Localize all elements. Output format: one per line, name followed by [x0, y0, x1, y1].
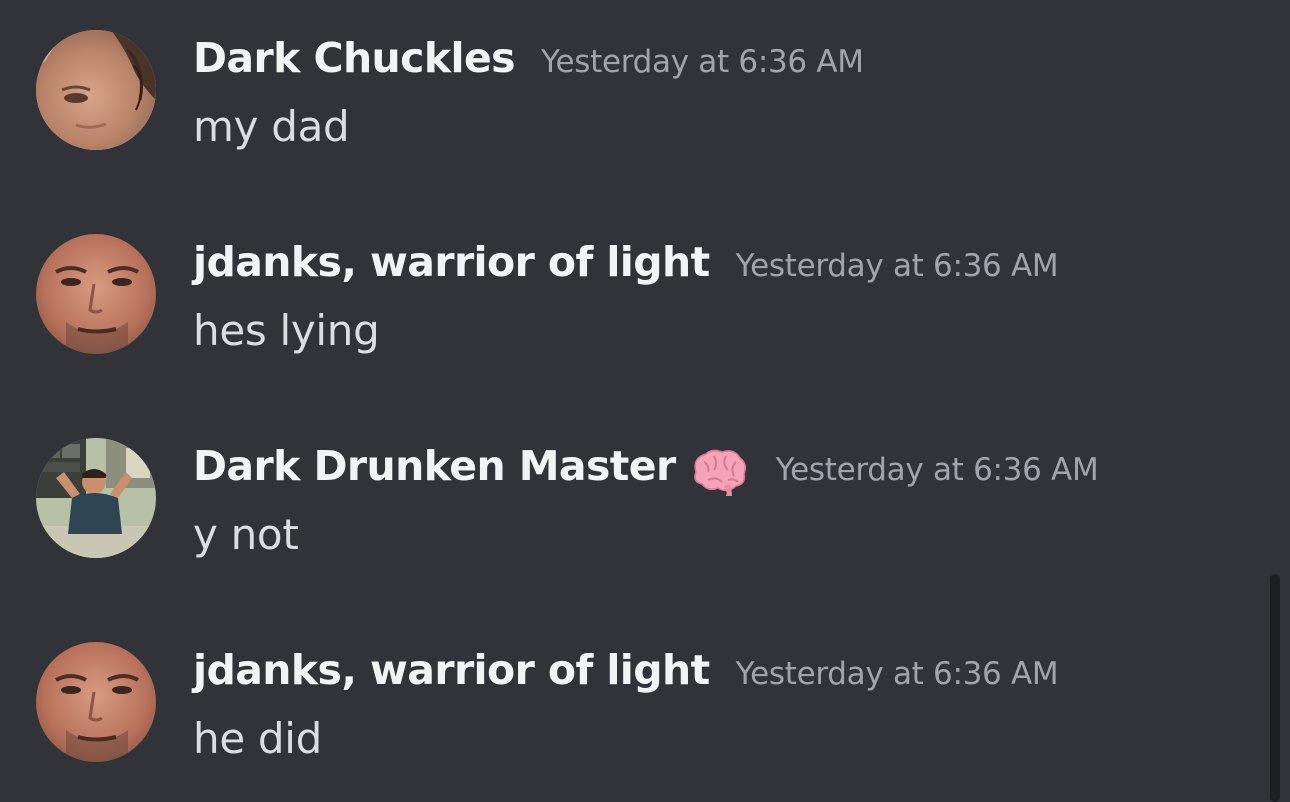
avatar[interactable] — [36, 438, 156, 558]
avatar[interactable] — [36, 234, 156, 354]
username[interactable]: Dark Drunken Master — [193, 442, 676, 490]
username[interactable]: jdanks, warrior of light — [193, 238, 710, 286]
avatar[interactable] — [36, 642, 156, 762]
timestamp[interactable]: Yesterday at 6:36 AM — [541, 44, 864, 80]
message-item[interactable]: Dark Drunken Master Yesterday at 6:36 AM… — [0, 438, 1250, 578]
avatar-man-face-closeup-icon — [36, 234, 156, 354]
timestamp[interactable]: Yesterday at 6:36 AM — [736, 656, 1059, 692]
message-content: hes lying — [193, 306, 380, 355]
message-content: he did — [193, 714, 322, 763]
avatar-man-face-closeup-icon — [36, 642, 156, 762]
message-content: my dad — [193, 102, 350, 151]
avatar-woman-photo-icon — [36, 30, 156, 150]
message-item[interactable]: Dark Chuckles Yesterday at 6:36 AM my da… — [0, 30, 1250, 170]
scrollbar[interactable] — [1270, 574, 1280, 802]
message-header: jdanks, warrior of light Yesterday at 6:… — [193, 646, 1059, 702]
username[interactable]: jdanks, warrior of light — [193, 646, 710, 694]
timestamp[interactable]: Yesterday at 6:36 AM — [776, 452, 1099, 488]
message-header: jdanks, warrior of light Yesterday at 6:… — [193, 238, 1059, 294]
message-content: y not — [193, 510, 299, 559]
chat-messages-list: Dark Chuckles Yesterday at 6:36 AM my da… — [0, 0, 1270, 802]
brain-emoji-icon[interactable] — [688, 446, 750, 496]
message-header: Dark Chuckles Yesterday at 6:36 AM — [193, 34, 864, 90]
username[interactable]: Dark Chuckles — [193, 34, 516, 82]
avatar-man-stretching-photo-icon — [36, 438, 156, 558]
avatar[interactable] — [36, 30, 156, 150]
timestamp[interactable]: Yesterday at 6:36 AM — [736, 248, 1059, 284]
message-header: Dark Drunken Master Yesterday at 6:36 AM — [193, 442, 1099, 498]
message-item[interactable]: jdanks, warrior of light Yesterday at 6:… — [0, 234, 1250, 374]
message-item[interactable]: jdanks, warrior of light Yesterday at 6:… — [0, 642, 1250, 782]
